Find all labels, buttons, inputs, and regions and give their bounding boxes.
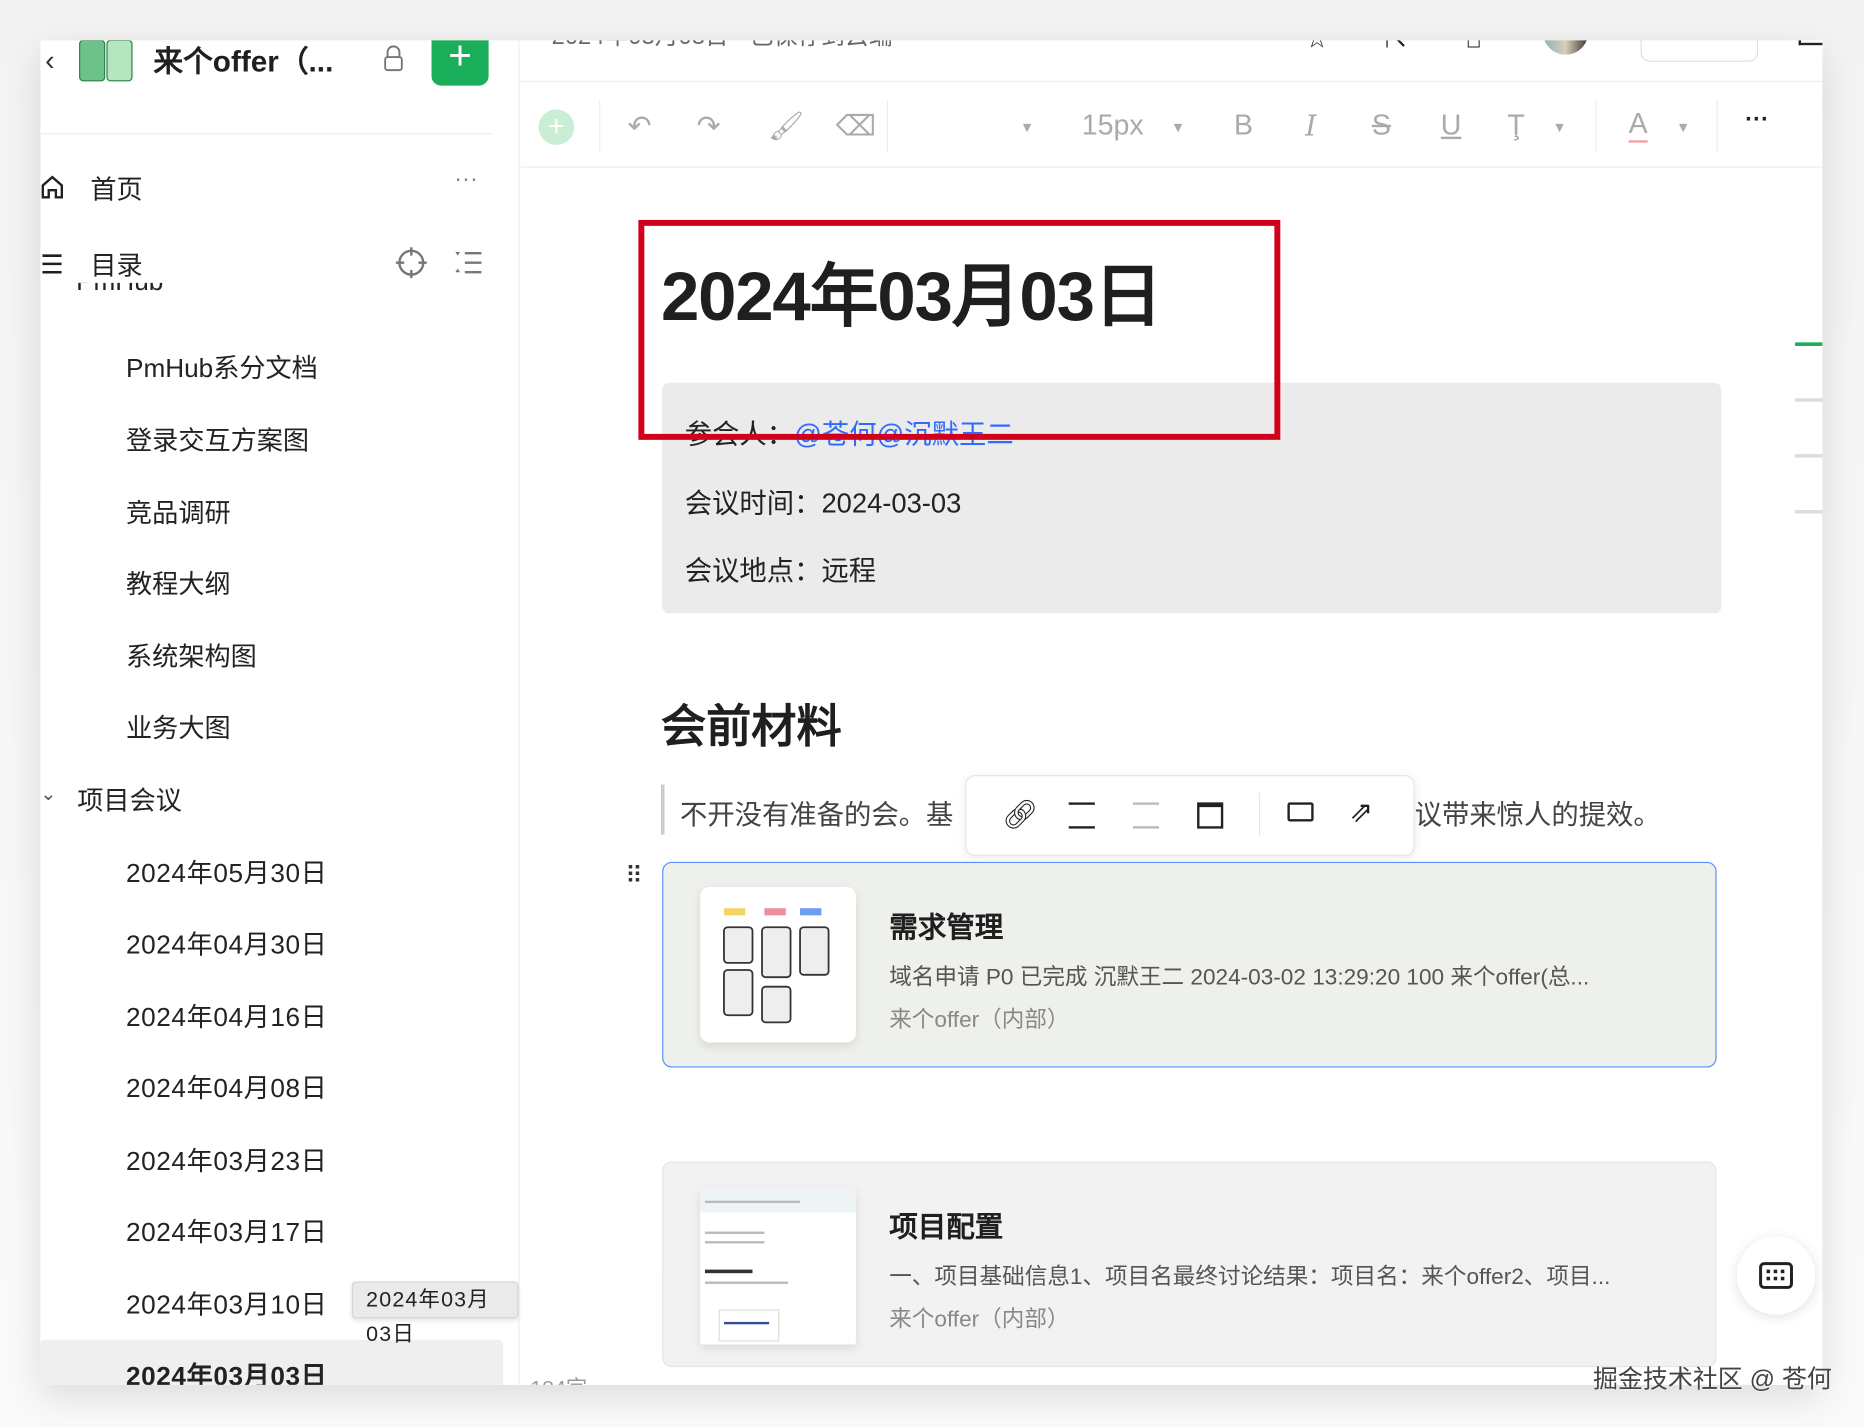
chevron-down-icon[interactable]: ▼ [1171, 119, 1185, 136]
tree-item[interactable]: 2024年03月10日 [126, 1284, 327, 1322]
card-title: 需求管理 [889, 911, 1004, 944]
present-icon[interactable] [1287, 802, 1314, 822]
style-dropdown-icon[interactable]: ▼ [1020, 119, 1034, 136]
keyboard-icon [1759, 1262, 1793, 1289]
tree-item[interactable]: 登录交互方案图 [126, 420, 309, 458]
bold-button[interactable]: B [1234, 109, 1253, 142]
quote-bar [660, 784, 665, 835]
card-description: 一、项目基础信息1、项目名最终讨论结果：项目名：来个offer2、项目... [889, 1264, 1611, 1290]
link-icon[interactable]: 🔗︎ [1002, 798, 1038, 832]
text-style-icon[interactable]: Ţ [1507, 109, 1524, 142]
add-button[interactable]: + [431, 40, 489, 86]
avatar[interactable] [1543, 40, 1589, 55]
tree-item[interactable]: 2024年05月30日 [126, 852, 327, 890]
collapse-list-icon[interactable] [453, 248, 484, 282]
outline-item[interactable] [1795, 454, 1823, 458]
paragraph-end[interactable]: 议带来惊人的提效。 [1415, 792, 1661, 832]
format-painter-icon[interactable]: 🖌︎ [768, 109, 804, 143]
layout-icon[interactable] [1798, 40, 1823, 46]
tree-item[interactable]: 2024年03月23日 [126, 1140, 327, 1178]
card-title: 项目配置 [889, 1211, 1004, 1244]
book-icon [78, 40, 133, 83]
tree-item[interactable]: 教程大纲 [126, 563, 231, 601]
tree-item[interactable]: 竞品调研 [126, 492, 231, 530]
outline-item[interactable] [1795, 398, 1823, 402]
underline-button[interactable]: U [1441, 109, 1462, 142]
tree-item[interactable]: 业务大图 [126, 707, 231, 745]
redo-icon[interactable]: ↷ [697, 109, 721, 143]
star-icon[interactable]: ☆ [1305, 40, 1328, 54]
outline-item[interactable] [1795, 509, 1823, 514]
inline-view-icon[interactable] [1068, 802, 1095, 829]
doc-thumbnail [700, 1188, 856, 1345]
open-external-icon[interactable]: ⇗ [1349, 795, 1373, 829]
tree-group-meetings[interactable]: 项目会议 [77, 780, 182, 818]
font-color-button[interactable]: A [1628, 109, 1648, 143]
card-description: 域名申请 P0 已完成 沉默王二 2024-03-02 13:29:20 100… [889, 965, 1590, 991]
lock-icon [383, 45, 404, 77]
strikethrough-button[interactable]: S [1372, 109, 1391, 142]
card-source: 来个offer（内部） [889, 1307, 1070, 1333]
tree-item[interactable]: 系统架构图 [126, 636, 257, 674]
home-icon [40, 174, 64, 206]
chevron-down-icon[interactable]: ▼ [1676, 119, 1690, 136]
meeting-time: 会议时间：2024-03-03 [684, 487, 962, 519]
section-heading[interactable]: 会前材料 [661, 689, 842, 754]
meeting-place: 会议地点：远程 [684, 555, 877, 587]
doc-card[interactable]: 需求管理 域名申请 P0 已完成 沉默王二 2024-03-02 13:29:2… [662, 861, 1717, 1068]
tree-item[interactable]: 2024年04月16日 [126, 996, 327, 1034]
pin-icon[interactable]: ⌂ [1466, 40, 1482, 54]
highlight-box [638, 219, 1281, 440]
eraser-icon[interactable]: ⌫ [836, 109, 876, 143]
word-count: 184字 [530, 1372, 587, 1385]
back-icon[interactable]: ‹ [45, 45, 55, 78]
watermark: 掘金技术社区 @ 苍何 [1592, 1365, 1832, 1394]
undo-icon[interactable]: ↶ [628, 109, 652, 143]
more-button[interactable]: ··· [1745, 107, 1769, 134]
italic-button[interactable]: I [1305, 109, 1316, 142]
tree-item[interactable]: PmHub系分文档 [126, 347, 318, 385]
kanban-thumbnail [700, 886, 856, 1043]
paragraph-start[interactable]: 不开没有准备的会。基 [680, 792, 953, 832]
insert-button[interactable]: + [538, 109, 575, 146]
tree-item-pmhub[interactable]: PmHub [76, 283, 163, 297]
toc-icon: ☰ [40, 249, 64, 280]
card-source: 来个offer（内部） [889, 1008, 1070, 1034]
keyboard-button[interactable] [1736, 1236, 1816, 1315]
embed-view-icon[interactable] [1197, 802, 1224, 829]
share-icon[interactable]: ⇱ [1385, 40, 1407, 54]
sidebar: ‹ 来个offer（... + 首页 ··· ☰ 目录 PmHub PmHub系… [40, 40, 520, 1385]
outline-item-active[interactable] [1795, 342, 1823, 346]
share-button[interactable] [1640, 40, 1759, 62]
chevron-down-icon[interactable]: ▼ [1553, 119, 1567, 136]
font-size-select[interactable]: 15px [1082, 109, 1144, 142]
sidebar-item-catalog[interactable]: 目录 [90, 245, 142, 283]
tooltip: 2024年03月03日 [351, 1281, 519, 1346]
tree-item[interactable]: 2024年04月08日 [126, 1068, 327, 1106]
chevron-down-icon[interactable]: ⌄ [40, 782, 56, 806]
tree-item[interactable]: 2024年03月17日 [126, 1211, 327, 1249]
doc-breadcrumb: 2024年03月03日 · 已保存到云端 [552, 40, 893, 51]
sidebar-item-home[interactable]: 首页 [90, 169, 142, 207]
drag-handle-icon[interactable]: ⠿ [625, 864, 644, 888]
locate-icon[interactable] [395, 246, 428, 285]
more-icon[interactable]: ··· [454, 166, 478, 193]
tree-item-active[interactable]: 2024年03月03日 [126, 1355, 327, 1385]
doc-card[interactable]: 项目配置 一、项目基础信息1、项目名最终讨论结果：项目名：来个offer2、项目… [662, 1161, 1717, 1368]
tree-item[interactable]: 2024年04月30日 [126, 924, 327, 962]
card-view-icon[interactable] [1132, 802, 1160, 829]
space-title[interactable]: 来个offer（... [153, 40, 333, 80]
card-toolbar: 🔗︎ ⇗ [965, 775, 1415, 856]
